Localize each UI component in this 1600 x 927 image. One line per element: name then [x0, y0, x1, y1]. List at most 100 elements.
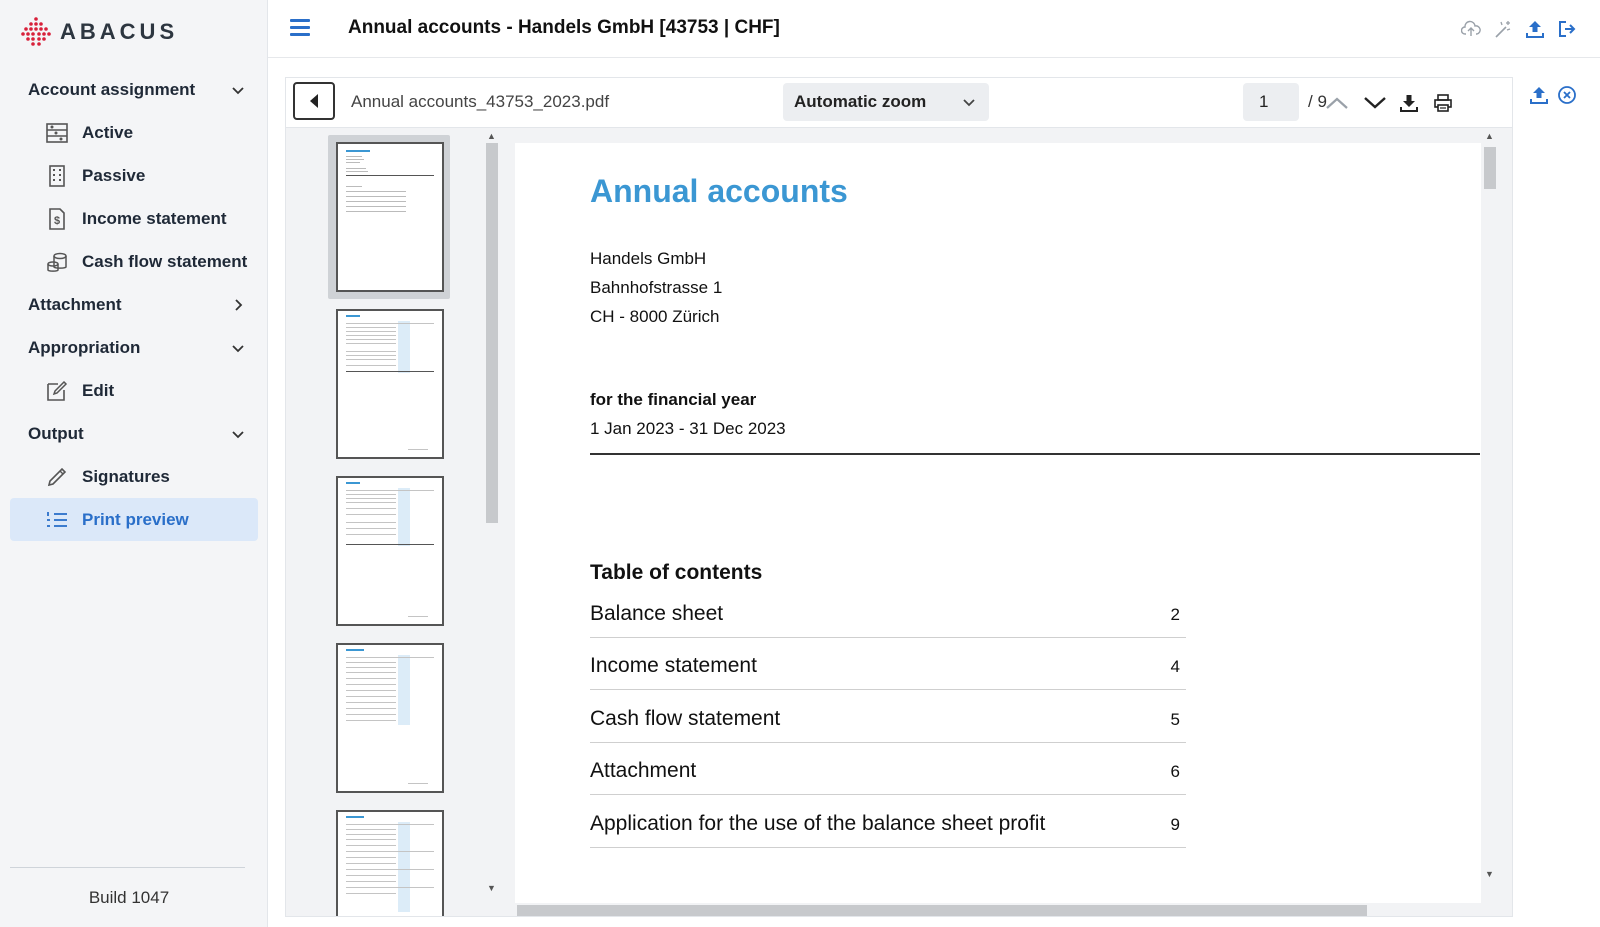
- thumbnail-scrollbar-thumb[interactable]: [486, 143, 498, 523]
- sidebar-item-print-preview[interactable]: Print preview: [10, 498, 258, 541]
- dollar-document-icon: $: [46, 207, 68, 230]
- page-thumbnail[interactable]: [336, 810, 444, 916]
- page-title: Annual accounts - Handels GmbH [43753 | …: [348, 17, 780, 38]
- chevron-down-icon: [232, 86, 244, 94]
- toc-row-title: Application for the use of the balance s…: [590, 812, 1046, 835]
- abacus-icon: [46, 122, 68, 144]
- document-title: Annual accounts: [590, 173, 848, 209]
- upload-icon[interactable]: [1524, 18, 1546, 40]
- abacus-logo-mark-icon: [21, 17, 51, 46]
- sidebar-item-passive[interactable]: Passive: [10, 154, 258, 197]
- close-circle-icon[interactable]: [1556, 84, 1578, 106]
- cloud-upload-icon[interactable]: [1460, 18, 1482, 40]
- sidebar-item-income-statement[interactable]: $ Income statement: [10, 197, 258, 240]
- nav-group-output[interactable]: Output: [0, 412, 268, 455]
- toc-row-title: Cash flow statement: [590, 707, 781, 730]
- page-thumbnail[interactable]: [336, 142, 444, 292]
- sidebar-item-label: Active: [82, 122, 134, 142]
- building-icon: [46, 164, 68, 187]
- hamburger-menu-icon[interactable]: [290, 19, 310, 37]
- svg-text:$: $: [54, 215, 60, 227]
- nav-group-label: Account assignment: [28, 79, 196, 99]
- toc-row-page: 5: [1170, 710, 1180, 729]
- abacus-logo: ABACUS: [20, 14, 178, 50]
- toc-row[interactable]: Application for the use of the balance s…: [590, 796, 1186, 848]
- toc-row[interactable]: Income statement 4: [590, 638, 1186, 690]
- sidebar-item-edit[interactable]: Edit: [10, 369, 258, 412]
- coins-icon: [46, 251, 68, 273]
- scroll-down-arrow-icon[interactable]: ▼: [1485, 869, 1494, 879]
- nav-group-attachment[interactable]: Attachment: [0, 283, 268, 326]
- zoom-select-value: Automatic zoom: [794, 92, 927, 111]
- scroll-up-arrow-icon[interactable]: ▲: [487, 131, 496, 141]
- page-vertical-scrollbar-thumb[interactable]: [1484, 147, 1496, 189]
- zoom-select[interactable]: Automatic zoom: [783, 83, 989, 121]
- caret-left-icon: [310, 94, 318, 108]
- build-label: Build 1047: [88, 888, 170, 907]
- company-city: CH - 8000 Zürich: [590, 307, 720, 326]
- financial-year-label: for the financial year: [590, 390, 757, 409]
- chevron-down-icon: [232, 344, 244, 352]
- company-name: Handels GmbH: [590, 249, 707, 268]
- nav-group-label: Attachment: [28, 294, 122, 314]
- toc-row[interactable]: Balance sheet 2: [590, 586, 1186, 638]
- toc-row-page: 9: [1170, 815, 1180, 834]
- page-thumbnail[interactable]: [336, 309, 444, 459]
- sidebar-item-label: Income statement: [82, 208, 227, 228]
- toc-row-title: Balance sheet: [590, 602, 724, 625]
- page-vertical-scrollbar[interactable]: ▲ ▼: [1481, 129, 1499, 903]
- page-thumbnail[interactable]: [336, 643, 444, 793]
- app-root: ABACUS Account assignment Active Passive: [0, 0, 1600, 927]
- toc-row-page: 6: [1170, 762, 1180, 781]
- toc-row[interactable]: Attachment 6: [590, 743, 1186, 795]
- pen-icon: [46, 466, 68, 488]
- header: Annual accounts - Handels GmbH [43753 | …: [268, 0, 1600, 58]
- document-page: Annual accounts Handels GmbH Bahnhofstra…: [515, 143, 1481, 903]
- toc-row-page: 4: [1170, 657, 1180, 676]
- page-horizontal-scrollbar-thumb[interactable]: [517, 905, 1367, 916]
- toc-row-page: 2: [1170, 605, 1180, 624]
- nav-group-label: Output: [28, 423, 84, 443]
- scroll-up-arrow-icon[interactable]: ▲: [1485, 131, 1494, 141]
- thumbnail-panel: [286, 129, 483, 916]
- sidebar-item-active[interactable]: Active: [10, 111, 258, 154]
- sidebar-nav: Account assignment Active Passive $ Inco…: [0, 68, 268, 541]
- financial-year-range: 1 Jan 2023 - 31 Dec 2023: [590, 419, 786, 438]
- page-viewport: Annual accounts Handels GmbH Bahnhofstra…: [499, 129, 1512, 916]
- pdf-viewer: Annual accounts_43753_2023.pdf Automatic…: [285, 77, 1513, 917]
- download-icon[interactable]: [1396, 90, 1422, 116]
- nav-group-appropriation[interactable]: Appropriation: [0, 326, 268, 369]
- toc-row-title: Income statement: [590, 654, 757, 677]
- magic-wand-icon[interactable]: [1492, 18, 1514, 40]
- sidebar-item-label: Signatures: [82, 466, 170, 486]
- company-street: Bahnhofstrasse 1: [590, 278, 723, 297]
- sidebar-item-signatures[interactable]: Signatures: [10, 455, 258, 498]
- sidebar-item-cash-flow-statement[interactable]: Cash flow statement: [10, 240, 258, 283]
- chevron-right-icon: [235, 298, 243, 311]
- sidebar-item-label: Passive: [82, 165, 146, 185]
- sidebar-item-label: Edit: [82, 380, 115, 400]
- toc-title: Table of contents: [590, 561, 763, 584]
- previous-page-icon[interactable]: [1320, 90, 1354, 116]
- print-icon[interactable]: [1430, 90, 1456, 116]
- page-number-input[interactable]: [1243, 83, 1299, 121]
- scroll-down-arrow-icon[interactable]: ▼: [487, 883, 496, 893]
- logout-icon[interactable]: [1556, 18, 1578, 40]
- page-horizontal-scrollbar[interactable]: [515, 903, 1481, 916]
- sidebar-toggle-button[interactable]: [293, 82, 335, 120]
- thumbnail-scrollbar[interactable]: ▲ ▼: [483, 129, 499, 916]
- sidebar-item-label: Cash flow statement: [82, 251, 248, 271]
- toc-row[interactable]: Cash flow statement 5: [590, 691, 1186, 743]
- viewer-toolbar: Annual accounts_43753_2023.pdf Automatic…: [286, 78, 1512, 128]
- header-actions: [1460, 18, 1578, 40]
- nav-group-account-assignment[interactable]: Account assignment: [0, 68, 268, 111]
- chevron-down-icon: [232, 430, 244, 438]
- page-thumbnail[interactable]: [336, 476, 444, 626]
- file-name: Annual accounts_43753_2023.pdf: [351, 92, 610, 111]
- divider: [590, 453, 1480, 455]
- toc-row-title: Attachment: [590, 759, 697, 782]
- chevron-down-icon: [963, 99, 975, 107]
- next-page-icon[interactable]: [1358, 90, 1392, 116]
- upload-icon[interactable]: [1528, 84, 1550, 106]
- nav-group-label: Appropriation: [28, 337, 141, 357]
